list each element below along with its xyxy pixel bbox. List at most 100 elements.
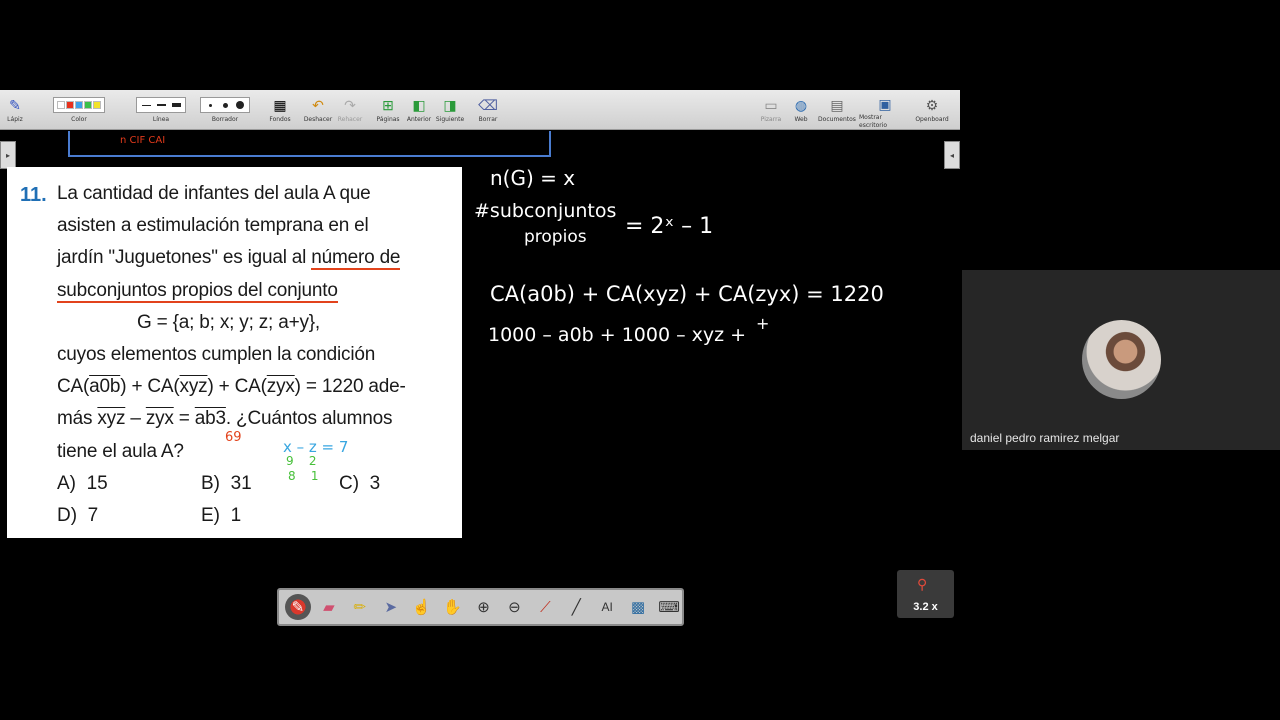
color-green[interactable] bbox=[84, 101, 92, 109]
color-red[interactable] bbox=[66, 101, 74, 109]
answer-option-e: E) 1 bbox=[201, 505, 242, 526]
keyboard-button[interactable]: ⌨ bbox=[656, 594, 682, 620]
whiteboard-line-2: #subconjuntos bbox=[474, 200, 617, 222]
folder-icon: ▤ bbox=[830, 96, 844, 113]
text-tool-button[interactable]: AI bbox=[594, 594, 620, 620]
answer-option-b: B) 31 bbox=[201, 473, 252, 494]
previous-page-icon: ◧ bbox=[412, 96, 426, 113]
marker-tool-button[interactable]: ✏ bbox=[347, 594, 373, 620]
eraser-size-picker[interactable]: Borrador bbox=[198, 90, 252, 130]
text-segment: CA( bbox=[57, 376, 90, 397]
hand-icon: ✋ bbox=[443, 599, 462, 616]
answer-option-a: A) 15 bbox=[57, 473, 108, 494]
interact-tool-button[interactable]: ☝ bbox=[409, 594, 435, 620]
zoom-out-icon: ⊖ bbox=[508, 599, 521, 616]
line-tool-button[interactable]: ╱ bbox=[563, 594, 589, 620]
zoom-out-button[interactable]: ⊖ bbox=[501, 594, 527, 620]
pen-tool[interactable]: ✎ Lápiz bbox=[4, 90, 26, 130]
redo-button[interactable]: ↷ Rehacer bbox=[337, 90, 363, 130]
right-panel-toggle[interactable]: ◂ bbox=[944, 141, 960, 169]
line-thick[interactable] bbox=[169, 99, 183, 111]
crosshair-cursor-icon: + bbox=[756, 314, 770, 333]
capture-icon: ▩ bbox=[631, 599, 646, 616]
openboard-toolbar: ✎ Lápiz Color Línea Borrador ▦ Fondos ↶ … bbox=[0, 90, 960, 130]
color-swatches[interactable] bbox=[53, 97, 105, 113]
set-definition: G = {a; b; x; y; z; a+y}, bbox=[137, 312, 320, 333]
banner-handwriting: n CIF CAI bbox=[120, 135, 166, 146]
condition-line: CA(a0b) + CA(xyz) + CA(zyx) = 1220 ade- bbox=[57, 376, 406, 398]
problem-text-line: tiene el aula A? bbox=[57, 441, 184, 462]
clear-page-icon: ⌫ bbox=[478, 96, 498, 113]
next-page-icon: ◨ bbox=[443, 96, 457, 113]
whiteboard-line-4: 1000 – a0b + 1000 – xyz + bbox=[488, 324, 747, 346]
zoom-in-button[interactable]: ⊕ bbox=[471, 594, 497, 620]
problem-number: 11. bbox=[20, 184, 47, 206]
documents-button[interactable]: ▤ Documentos bbox=[817, 90, 857, 130]
answer-option-c: C) 3 bbox=[339, 473, 381, 494]
capture-tool-button[interactable]: ▩ bbox=[625, 594, 651, 620]
backgrounds-button[interactable]: ▦ Fondos bbox=[268, 90, 292, 130]
text-segment: . ¿Cuántos alumnos bbox=[225, 408, 393, 429]
desktop-icon: ▣ bbox=[878, 95, 892, 112]
whiteboard-button[interactable]: ▭ Pizarra bbox=[758, 90, 784, 130]
magnifier-icon: ⚲ bbox=[917, 576, 928, 592]
text-segment: más bbox=[57, 408, 98, 429]
whiteboard-line-1: n(G) = x bbox=[490, 166, 576, 190]
laser-pointer-icon: ⟋ bbox=[540, 598, 551, 616]
text-segment: – bbox=[125, 408, 146, 429]
pointer-hand-icon: ☝ bbox=[412, 599, 431, 616]
color-blue[interactable] bbox=[75, 101, 83, 109]
webcam-tile: daniel pedro ramirez melgar bbox=[962, 270, 1280, 450]
color-yellow[interactable] bbox=[93, 101, 101, 109]
overlined-number: ab3 bbox=[194, 408, 226, 429]
next-page-button[interactable]: ◨ Siguiente bbox=[436, 90, 464, 130]
selector-tool-button[interactable]: ➤ bbox=[378, 594, 404, 620]
handwritten-annotation-green: 8 1 bbox=[288, 469, 319, 483]
answer-option-d: D) 7 bbox=[57, 505, 99, 526]
line-icon: ╱ bbox=[571, 599, 581, 616]
avatar bbox=[1082, 320, 1161, 399]
left-panel-toggle[interactable]: ▸ bbox=[0, 141, 16, 169]
marker-icon: ✏ bbox=[353, 599, 367, 616]
overlined-number: zyx bbox=[266, 376, 295, 397]
line-thin[interactable] bbox=[139, 99, 153, 111]
screen: ✎ Lápiz Color Línea Borrador ▦ Fondos ↶ … bbox=[0, 0, 1280, 720]
text-icon: AI bbox=[601, 600, 613, 614]
eraser-small[interactable] bbox=[203, 99, 217, 111]
hand-tool-button[interactable]: ✋ bbox=[440, 594, 466, 620]
web-button[interactable]: ◍ Web bbox=[790, 90, 812, 130]
underlined-text: número de bbox=[311, 247, 401, 270]
problem-text-line: cuyos elementos cumplen la condición bbox=[57, 344, 376, 365]
pen-tool-button[interactable]: ✎ bbox=[285, 594, 311, 620]
eraser-tool-button[interactable]: ▰ bbox=[316, 594, 342, 620]
openboard-menu-button[interactable]: ⚙ Openboard bbox=[914, 90, 950, 130]
text-segment: = bbox=[173, 408, 195, 429]
eraser-medium[interactable] bbox=[218, 99, 232, 111]
pages-button[interactable]: ⊞ Páginas bbox=[375, 90, 401, 130]
clear-button[interactable]: ⌫ Borrar bbox=[476, 90, 500, 130]
problem-text-line: asisten a estimulación temprana en el bbox=[57, 215, 369, 236]
line-width-picker[interactable]: Línea bbox=[134, 90, 188, 130]
overlined-number: xyz bbox=[97, 408, 126, 429]
color-white[interactable] bbox=[57, 101, 65, 109]
underlined-text: subconjuntos propios del conjunto bbox=[57, 280, 338, 303]
line-medium[interactable] bbox=[154, 99, 168, 111]
color-picker[interactable]: Color bbox=[34, 90, 124, 130]
zoom-level: 3.2 x bbox=[913, 601, 938, 613]
undo-button[interactable]: ↶ Deshacer bbox=[303, 90, 333, 130]
pen-icon: ✎ bbox=[291, 599, 305, 616]
show-desktop-button[interactable]: ▣ Mostrar escritorio bbox=[859, 90, 911, 130]
eraser-large[interactable] bbox=[233, 99, 247, 111]
text-segment: ) = 1220 ade- bbox=[294, 376, 406, 397]
arrow-cursor-icon: ➤ bbox=[384, 599, 398, 616]
previous-page-button[interactable]: ◧ Anterior bbox=[405, 90, 433, 130]
whiteboard-line-3: CA(a0b) + CA(xyz) + CA(zyx) = 1220 bbox=[490, 282, 884, 306]
chevron-left-icon: ◂ bbox=[949, 150, 954, 160]
chevron-right-icon: ▸ bbox=[5, 150, 10, 160]
zoom-indicator: ⚲ 3.2 x bbox=[897, 570, 954, 618]
problem-text-line: subconjuntos propios del conjunto bbox=[57, 280, 338, 303]
pen-icon: ✎ bbox=[9, 96, 21, 113]
eraser-icon: ▰ bbox=[323, 599, 335, 616]
undo-icon: ↶ bbox=[312, 96, 324, 113]
laser-pointer-button[interactable]: ⟋ bbox=[532, 594, 558, 620]
